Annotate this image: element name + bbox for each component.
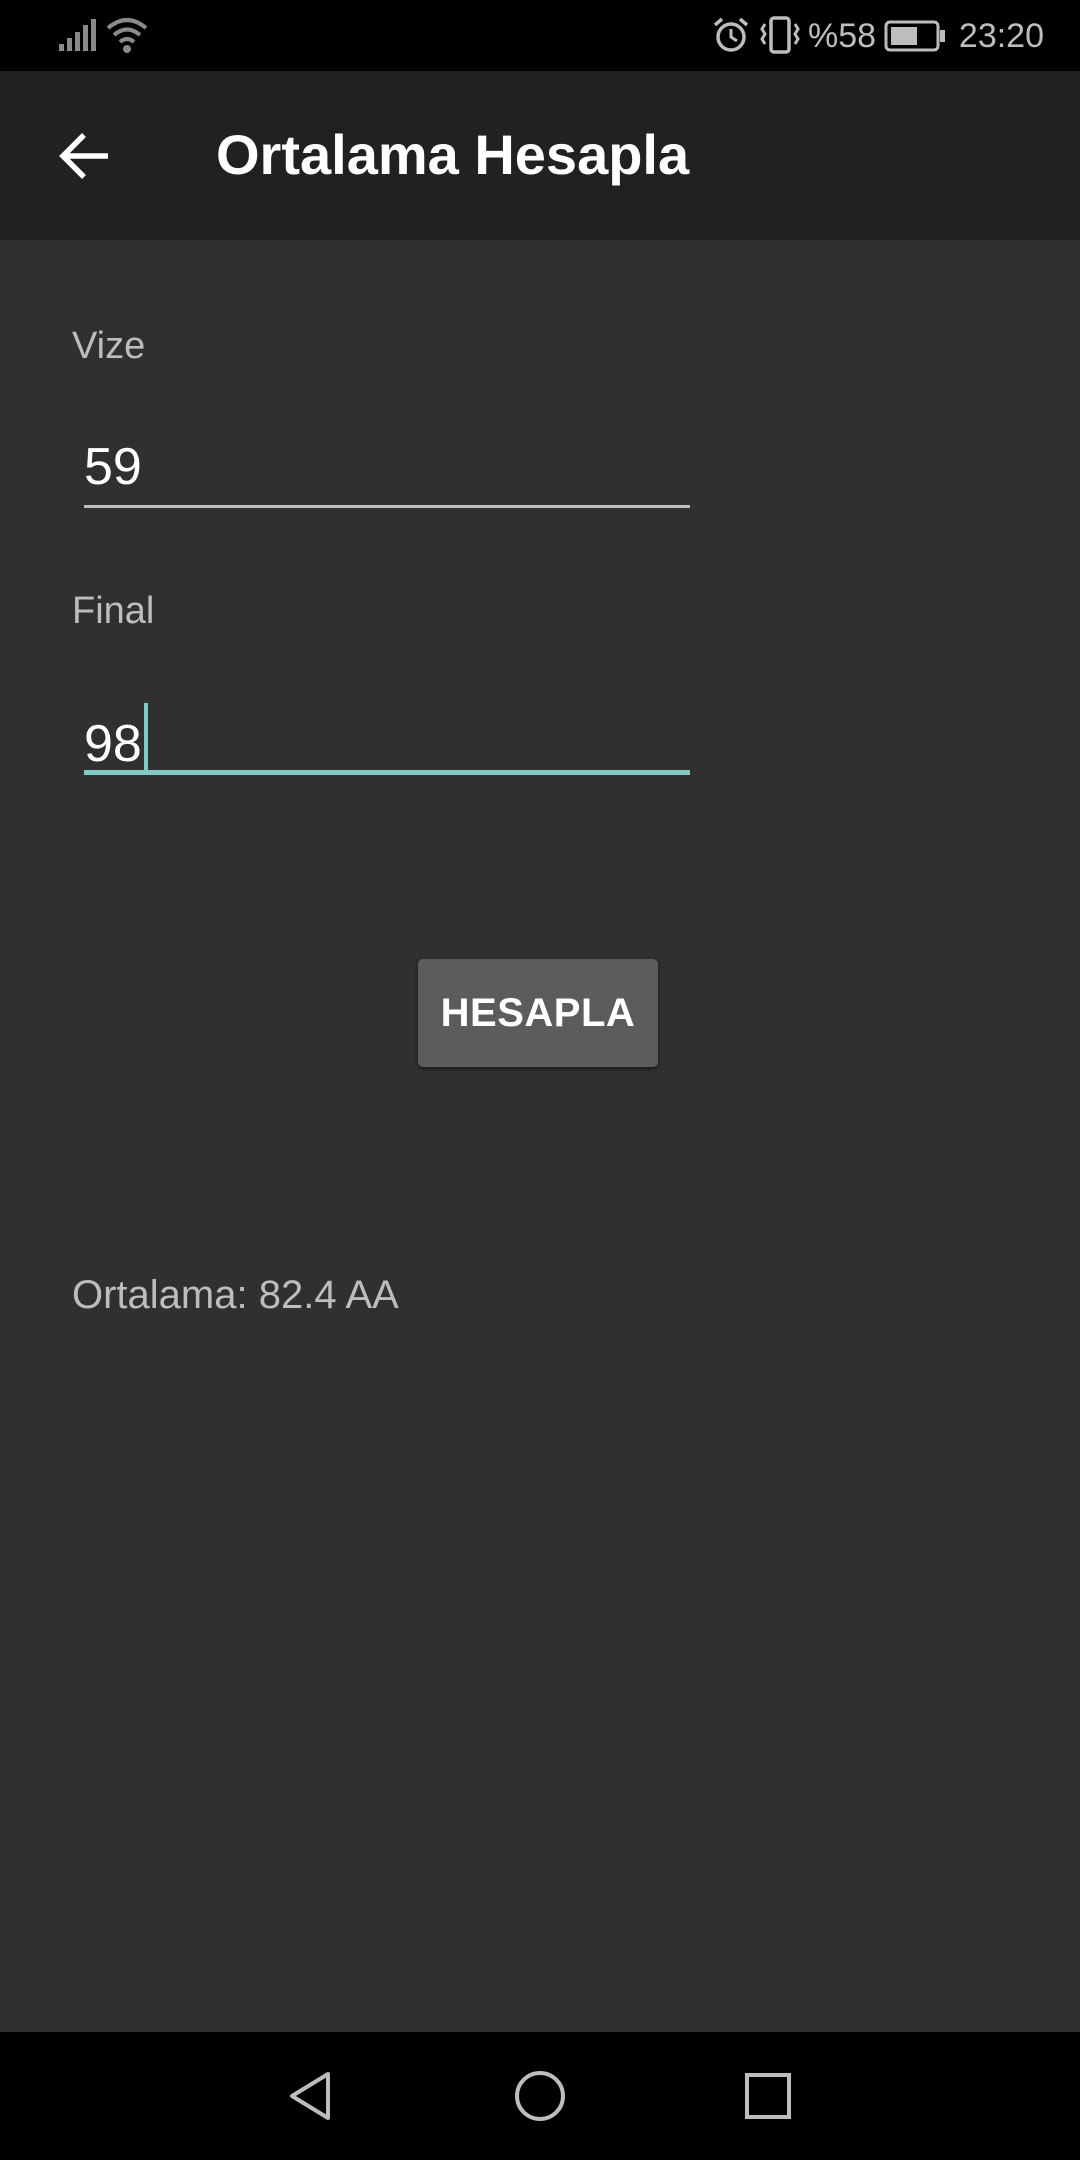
vize-value: 59 <box>84 438 142 496</box>
final-input[interactable]: 98 <box>84 695 690 775</box>
app-bar: Ortalama Hesapla <box>0 71 1080 240</box>
text-cursor <box>143 703 148 773</box>
final-value: 98 <box>84 715 142 773</box>
result-text: Ortalama: 82.4 AA <box>72 1273 399 1317</box>
final-label: Final <box>72 590 155 632</box>
signal-icon <box>59 19 96 51</box>
calculate-button[interactable]: HESAPLA <box>418 959 658 1067</box>
arrow-back-icon[interactable] <box>56 127 114 185</box>
nav-back-icon[interactable] <box>282 2068 338 2124</box>
vize-input[interactable]: 59 <box>84 428 690 508</box>
vibrate-icon <box>760 16 800 54</box>
nav-home-icon[interactable] <box>512 2068 568 2124</box>
vize-label: Vize <box>72 325 146 367</box>
vize-underline <box>84 505 690 508</box>
alarm-icon <box>713 17 749 52</box>
status-clock: 23:20 <box>958 17 1044 55</box>
screen: %58 23:20 Ortalama Hesapla Vize 59 Final… <box>0 0 1080 2160</box>
navigation-bar <box>0 2032 1080 2160</box>
battery-icon <box>884 20 945 52</box>
nav-recents-icon[interactable] <box>740 2068 796 2124</box>
wifi-icon <box>106 18 148 53</box>
status-bar: %58 23:20 <box>0 0 1080 71</box>
battery-percent: %58 <box>808 17 877 55</box>
page-title: Ortalama Hesapla <box>216 123 690 186</box>
final-underline <box>84 770 690 775</box>
